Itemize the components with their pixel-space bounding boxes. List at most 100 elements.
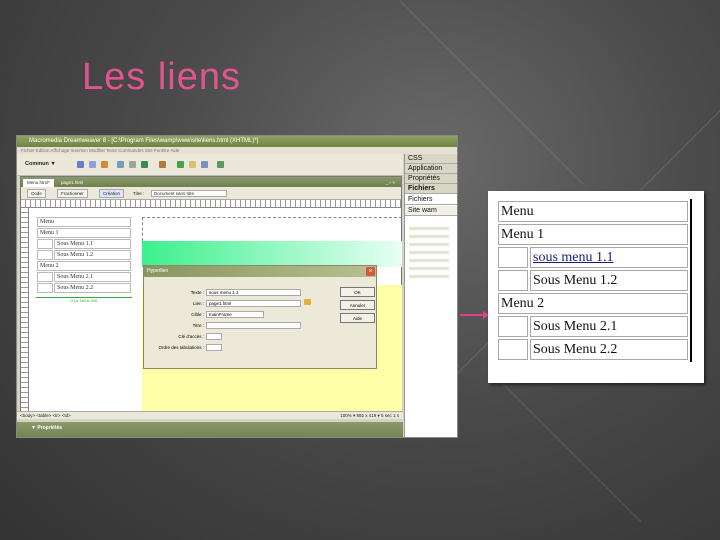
cancel-button[interactable]: Annuler [340,300,375,310]
table-row: Menu 1 [37,228,131,238]
menu-cell: Sous Menu 1.2 [54,250,131,260]
insert-category-dropdown[interactable]: Commun ▼ [25,161,56,167]
anchor-icon[interactable] [101,161,108,168]
comment-icon[interactable] [189,161,196,168]
properties-panel-header[interactable]: ▼ Propriétés [17,422,403,437]
text-label: Texte : [190,290,204,295]
panel-css[interactable]: CSS [405,154,457,164]
media-icon[interactable] [159,161,166,168]
document-tabs: Menu.html* page1.html _ ▫ × [21,177,401,187]
arrow-line [460,314,484,316]
menu-cell: sous menu 1.1 [530,247,688,268]
hyperlink-dialog: Hyperlien × Texte : sous menu 1.1 Lien :… [143,265,377,369]
menu-cell: Menu 1 [498,224,688,245]
template-icon[interactable] [201,161,208,168]
indent-cell [498,339,528,360]
frame-border [142,217,402,241]
date-icon[interactable] [177,161,184,168]
site-dropdown[interactable]: Site wam [405,206,457,216]
green-gradient-frame [142,241,402,267]
insert-toolbar: Commun ▼ [17,154,403,176]
title-label: Titre : [133,191,145,196]
close-icon[interactable]: × [366,267,375,276]
tag-chooser-icon[interactable] [217,161,224,168]
panel-application[interactable]: Application [405,164,457,174]
indent-cell [37,283,53,293]
result-menu-table: Menu Menu 1 sous menu 1.1 Sous Menu 1.2 Menu… [496,199,692,362]
indent-cell [498,270,528,291]
help-button[interactable]: Aide [340,313,375,323]
document-toolbar: Code Fractionner Création Titre : Docume… [21,187,401,200]
hyperlink-icon[interactable] [77,161,84,168]
files-tab[interactable]: Fichiers [405,195,457,205]
table-row: Menu 2 [498,293,688,314]
folder-icon[interactable] [304,299,311,305]
email-icon[interactable] [89,161,96,168]
menu-bar[interactable]: Fichier Edition Affichage Insertion Modi… [17,147,457,154]
table-row: Menu [498,201,688,222]
menu-cell: Sous Menu 2.1 [530,316,688,337]
ok-button[interactable]: OK [340,287,375,297]
access-key-input[interactable] [206,333,222,340]
table-width-indicator: 21 ▸ 182 ▸ 200 [36,297,132,303]
tag-selector[interactable]: <body> <table> <tr> <td> [20,413,71,418]
menu-cell: Menu 2 [498,293,688,314]
menu-cell: Sous Menu 2.2 [54,283,131,293]
title-field-label: Titre : [192,323,204,328]
window-title-bar: Macromedia Dreamweaver 8 - [C:\Program F… [17,136,457,147]
menu-cell: Menu 1 [37,228,131,238]
link-input[interactable]: page1.html [206,300,301,307]
target-select[interactable]: mainFrame [206,311,264,318]
slide-title: Les liens [82,56,241,98]
tab-page1-html[interactable]: page1.html [57,179,87,187]
right-panels: CSS Application Propriétés Fichiers Fich… [404,154,457,437]
table-row: sous menu 1.1 [498,247,688,268]
menu-cell: Sous Menu 2.2 [530,339,688,360]
table-row: Sous Menu 1.2 [498,270,688,291]
access-key-label: Clé d'accès : [178,334,204,339]
layer-icon[interactable] [129,161,136,168]
table-row: Sous Menu 1.2 [37,250,131,260]
text-input[interactable]: sous menu 1.1 [206,289,301,296]
panel-properties[interactable]: Propriétés [405,174,457,184]
table-icon[interactable] [117,161,124,168]
split-view-button[interactable]: Fractionner [57,189,88,198]
title-input[interactable]: Document sans titre [151,190,227,197]
title-field-input[interactable] [206,322,301,329]
table-row: Sous Menu 2.1 [37,272,131,282]
table-row: Sous Menu 2.1 [498,316,688,337]
menu-cell: Menu [37,217,131,227]
table-row: Sous Menu 2.2 [37,283,131,293]
table-row: Sous Menu 1.1 [37,239,131,249]
background-line [499,380,642,523]
design-menu-table: Menu Menu 1 Sous Menu 1.1 Sous Menu 1.2 Menu… [36,216,132,294]
menu-cell: Menu 2 [37,261,131,271]
table-row: Sous Menu 2.2 [498,339,688,360]
menu-cell: Menu [498,201,688,222]
indent-cell [37,239,53,249]
table-row: Menu 1 [498,224,688,245]
design-view-button[interactable]: Création [99,189,125,198]
indent-cell [37,250,53,260]
panel-files[interactable]: Fichiers [405,184,457,194]
menu-link[interactable]: sous menu 1.1 [533,250,614,265]
tab-menu-html[interactable]: Menu.html* [23,179,54,187]
tab-index-input[interactable] [206,344,222,351]
vertical-ruler [21,208,29,413]
indent-cell [498,247,528,268]
status-right: 100% ▾ 892 x 419 ▾ 5 sec 1 s [340,413,399,418]
table-row: Menu 2 [37,261,131,271]
tab-index-label: Ordre des tabulations : [158,345,204,350]
menu-cell: Sous Menu 1.1 [54,239,131,249]
menu-cell: Sous Menu 1.2 [530,270,688,291]
table-row: Menu [37,217,131,227]
link-label: Lien : [192,301,204,306]
menu-cell: Sous Menu 2.1 [54,272,131,282]
horizontal-ruler [21,200,401,208]
image-icon[interactable] [141,161,148,168]
indent-cell [37,272,53,282]
window-controls[interactable]: _ ▫ × [382,179,399,187]
target-label: Cible : [191,312,204,317]
file-tree[interactable] [409,222,449,282]
code-view-button[interactable]: Code [27,189,46,198]
